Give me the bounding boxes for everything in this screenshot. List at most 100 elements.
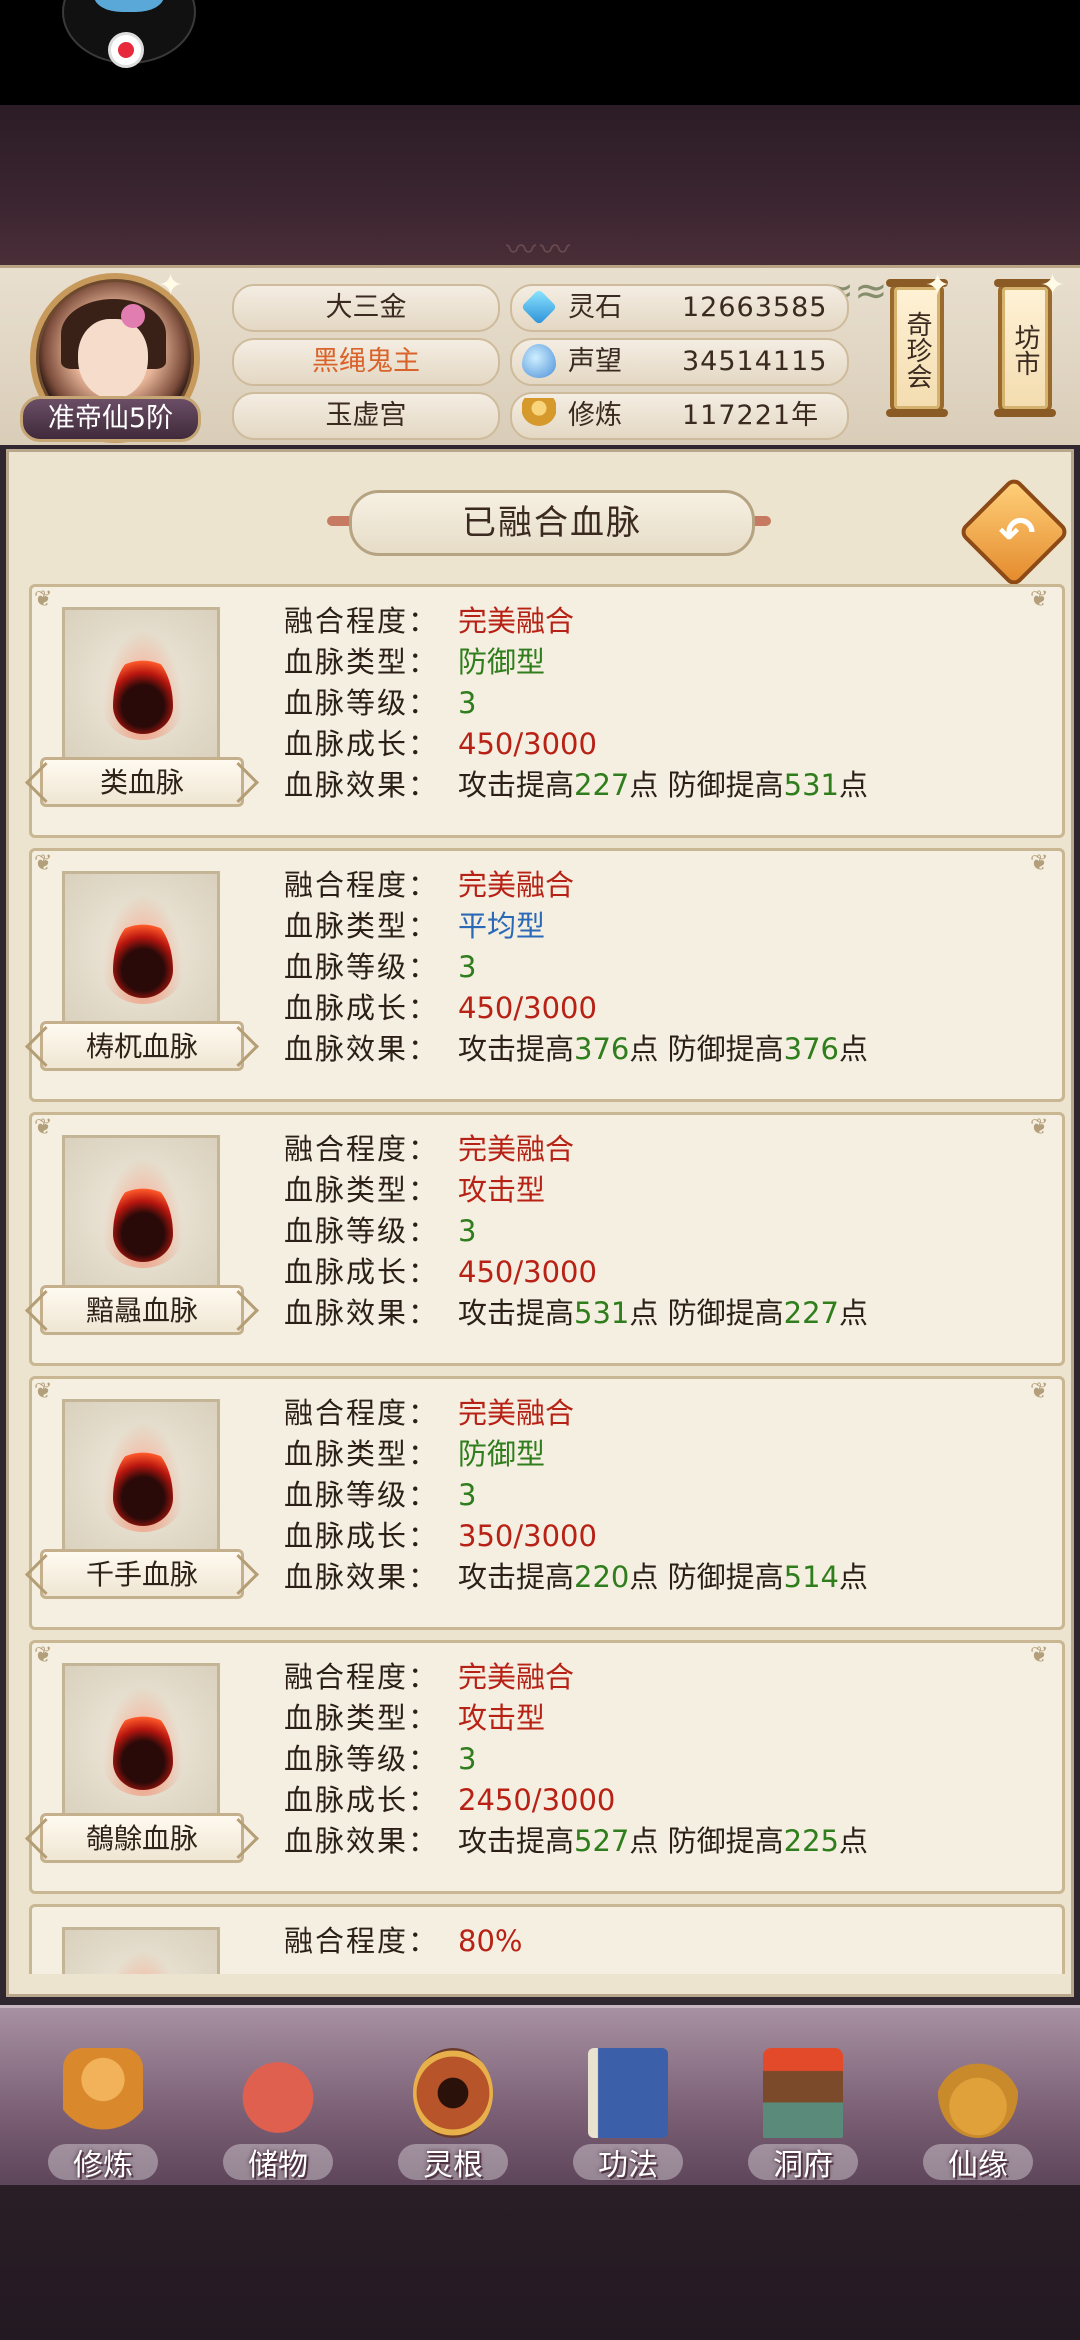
butterfly-icon: ✦ [1040, 268, 1066, 303]
level-value: 3 [458, 1742, 477, 1776]
fusion-label: 融合程度： [284, 1132, 440, 1166]
growth-label: 血脉成长： [284, 1519, 440, 1553]
type-value: 平均型 [458, 909, 546, 943]
effect-label: 血脉效果： [284, 1032, 440, 1066]
unit-text: 点 [838, 1824, 868, 1858]
cultivate-monk-icon [63, 2048, 143, 2138]
atk-value: 527 [574, 1824, 630, 1858]
player-name: 大三金 [232, 284, 500, 332]
scroll-rod [886, 409, 948, 417]
record-dot-icon[interactable] [108, 32, 144, 68]
def-value: 225 [783, 1824, 839, 1858]
bloodline-panel: 已融合血脉 ↶ ❦ ❦ 类血脉 融合程度： 完美融合 血脉类型： 防御型 血脉等级：… [0, 445, 1080, 2005]
unit-text: 点 [629, 1296, 659, 1330]
back-arrow-icon: ↶ [998, 508, 1036, 559]
effect-label: 血脉效果： [284, 1560, 440, 1594]
bloodline-icon-frame[interactable] [62, 1663, 220, 1821]
def-value: 514 [783, 1560, 839, 1594]
resource-label: 声望 [568, 346, 622, 377]
bloodline-icon-frame[interactable] [62, 607, 220, 765]
market-label: 坊市 [1010, 324, 1040, 376]
bloodline-name: 千手血脉 [40, 1549, 244, 1599]
unit-text: 点 [838, 1032, 868, 1066]
def-text: 防御提高 [667, 768, 784, 802]
fusion-value: 80% [458, 1924, 523, 1958]
nav-fate[interactable]: 仙缘 [903, 2048, 1053, 2188]
nav-technique[interactable]: 功法 [553, 2048, 703, 2188]
player-title: 黑绳鬼主 [232, 338, 500, 386]
bloodline-attributes: 融合程度： 完美融合 血脉类型： 攻击型 血脉等级： 3 血脉成长： 2450/3000… [284, 1657, 1044, 1862]
nav-cave[interactable]: 洞府 [728, 2048, 878, 2188]
top-decor-banner: 〰︎〰︎ [0, 105, 1080, 268]
fusion-label: 融合程度： [284, 1660, 440, 1694]
growth-value: 2450/3000 [458, 1783, 616, 1817]
butterfly-icon: ✦ [925, 268, 951, 303]
type-label: 血脉类型： [284, 1437, 440, 1471]
nav-label: 功法 [598, 2148, 658, 2183]
atk-text: 攻击提高 [458, 768, 575, 802]
nav-spirit-root[interactable]: 灵根 [378, 2048, 528, 2188]
fusion-label: 融合程度： [284, 1924, 440, 1958]
avatar-flower [121, 304, 145, 328]
def-value: 227 [783, 1296, 839, 1330]
resource-prestige: 声望 34514115 [510, 338, 849, 386]
unit-text: 点 [629, 768, 659, 802]
bloodline-icon-frame[interactable] [62, 1399, 220, 1557]
bloodline-icon-frame[interactable] [62, 1135, 220, 1293]
resource-cultivation: 修炼 117221年 [510, 392, 849, 440]
cloud-ornament-icon: 〰︎〰︎ [506, 233, 574, 268]
level-label: 血脉等级： [284, 1742, 440, 1776]
level-value: 3 [458, 686, 477, 720]
bloodline-attributes: 融合程度： 80% [284, 1921, 1044, 1962]
bloodline-icon-frame[interactable] [62, 871, 220, 1029]
nav-storage[interactable]: 储物 [203, 2048, 353, 2188]
bloodline-name: 类血脉 [40, 757, 244, 807]
bloodline-card: ❦ ❦ 黯曧血脉 融合程度： 完美融合 血脉类型： 攻击型 血脉等级： 3 血脉成长：… [29, 1112, 1065, 1366]
fusion-value: 完美融合 [458, 1660, 575, 1694]
resource-label: 灵石 [568, 292, 622, 323]
bloodline-icon-frame[interactable] [62, 1927, 220, 1974]
scroll-rod [994, 409, 1056, 417]
unit-text: 点 [629, 1560, 659, 1594]
cultivation-icon [522, 398, 556, 432]
bloodline-card: ❦ ❦ 类血脉 融合程度： 完美融合 血脉类型： 防御型 血脉等级： 3 血脉成长： 4… [29, 584, 1065, 838]
growth-label: 血脉成长： [284, 727, 440, 761]
type-label: 血脉类型： [284, 645, 440, 679]
bloodline-attributes: 融合程度： 完美融合 血脉类型： 防御型 血脉等级： 3 血脉成长： 450/3000 … [284, 601, 1044, 806]
nav-label: 仙缘 [948, 2148, 1008, 2183]
type-value: 攻击型 [458, 1701, 546, 1735]
avatar-face [78, 319, 148, 399]
resource-value: 34514115 [682, 346, 828, 377]
type-value: 防御型 [458, 1437, 546, 1471]
def-text: 防御提高 [667, 1824, 784, 1858]
level-value: 3 [458, 1214, 477, 1248]
atk-value: 227 [574, 768, 630, 802]
corner-ornament-icon: ❦ [34, 587, 53, 612]
unit-text: 点 [838, 1296, 868, 1330]
bloodline-list[interactable]: ❦ ❦ 类血脉 融合程度： 完美融合 血脉类型： 防御型 血脉等级： 3 血脉成长： 4… [23, 584, 1067, 1974]
resource-value: 12663585 [682, 292, 828, 323]
type-value: 攻击型 [458, 1173, 546, 1207]
def-value: 531 [783, 768, 839, 802]
level-label: 血脉等级： [284, 686, 440, 720]
atk-text: 攻击提高 [458, 1824, 575, 1858]
growth-label: 血脉成长： [284, 1783, 440, 1817]
bloodline-card: 融合程度： 80% [29, 1904, 1065, 1974]
blood-flame-glow [103, 1950, 183, 1974]
panel-title: 已融合血脉 [349, 490, 755, 556]
bloodline-card: ❦ ❦ 鵸鵌血脉 融合程度： 完美融合 血脉类型： 攻击型 血脉等级： 3 血脉成长：… [29, 1640, 1065, 1894]
nav-cultivate[interactable]: 修炼 [28, 2048, 178, 2188]
growth-label: 血脉成长： [284, 991, 440, 1025]
atk-text: 攻击提高 [458, 1296, 575, 1330]
type-label: 血脉类型： [284, 1173, 440, 1207]
butterfly-icon: ✦ [158, 268, 184, 303]
growth-value: 350/3000 [458, 1519, 597, 1553]
type-label: 血脉类型： [284, 909, 440, 943]
def-text: 防御提高 [667, 1296, 784, 1330]
corner-ornament-icon: ❦ [34, 1643, 53, 1668]
growth-value: 450/3000 [458, 1255, 597, 1289]
unit-text: 点 [629, 1824, 659, 1858]
level-label: 血脉等级： [284, 950, 440, 984]
nav-label: 储物 [248, 2148, 308, 2183]
level-label: 血脉等级： [284, 1478, 440, 1512]
